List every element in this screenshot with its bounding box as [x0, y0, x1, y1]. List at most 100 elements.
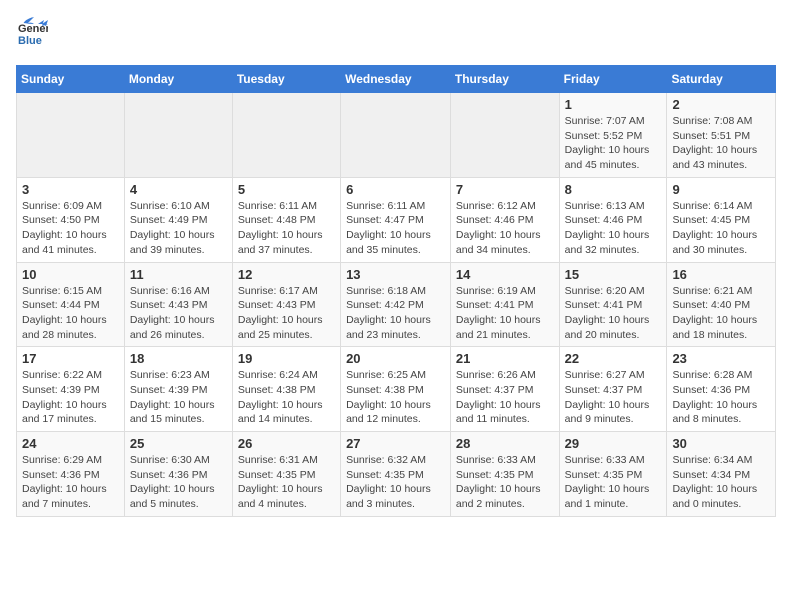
day-number: 21: [456, 351, 554, 366]
day-info: Sunrise: 6:12 AM Sunset: 4:46 PM Dayligh…: [456, 199, 554, 258]
day-info: Sunrise: 6:33 AM Sunset: 4:35 PM Dayligh…: [565, 453, 662, 512]
day-info: Sunrise: 6:21 AM Sunset: 4:40 PM Dayligh…: [672, 284, 770, 343]
calendar-cell: 25 Sunrise: 6:30 AM Sunset: 4:36 PM Dayli…: [124, 432, 232, 517]
day-number: 25: [130, 436, 227, 451]
weekday-monday: Monday: [124, 66, 232, 93]
calendar-cell: 13 Sunrise: 6:18 AM Sunset: 4:42 PM Dayli…: [341, 262, 451, 347]
calendar-cell: 3 Sunrise: 6:09 AM Sunset: 4:50 PM Daylig…: [17, 177, 125, 262]
day-number: 5: [238, 182, 335, 197]
day-number: 13: [346, 267, 445, 282]
day-number: 20: [346, 351, 445, 366]
calendar-cell: 20 Sunrise: 6:25 AM Sunset: 4:38 PM Dayli…: [341, 347, 451, 432]
calendar-cell: 23Sunrise: 6:28 AM Sunset: 4:36 PM Dayli…: [667, 347, 776, 432]
calendar-cell: 2 Sunrise: 7:08 AM Sunset: 5:51 PM Daylig…: [667, 93, 776, 178]
day-number: 29: [565, 436, 662, 451]
calendar-cell: 8 Sunrise: 6:13 AM Sunset: 4:46 PM Daylig…: [559, 177, 667, 262]
calendar-cell: [124, 93, 232, 178]
calendar-cell: 18 Sunrise: 6:23 AM Sunset: 4:39 PM Dayli…: [124, 347, 232, 432]
calendar-cell: 16Sunrise: 6:21 AM Sunset: 4:40 PM Dayli…: [667, 262, 776, 347]
day-info: Sunrise: 6:13 AM Sunset: 4:46 PM Dayligh…: [565, 199, 662, 258]
day-info: Sunrise: 6:22 AM Sunset: 4:39 PM Dayligh…: [22, 368, 119, 427]
calendar-cell: 6 Sunrise: 6:11 AM Sunset: 4:47 PM Daylig…: [341, 177, 451, 262]
svg-text:Blue: Blue: [18, 35, 42, 47]
day-number: 9: [672, 182, 770, 197]
day-number: 3: [22, 182, 119, 197]
calendar-cell: 7 Sunrise: 6:12 AM Sunset: 4:46 PM Daylig…: [450, 177, 559, 262]
day-number: 17: [22, 351, 119, 366]
day-info: Sunrise: 6:18 AM Sunset: 4:42 PM Dayligh…: [346, 284, 445, 343]
week-row-5: 24 Sunrise: 6:29 AM Sunset: 4:36 PM Dayli…: [17, 432, 776, 517]
week-row-3: 10 Sunrise: 6:15 AM Sunset: 4:44 PM Dayli…: [17, 262, 776, 347]
day-number: 27: [346, 436, 445, 451]
calendar-body: 1Sunrise: 7:07 AM Sunset: 5:52 PM Daylig…: [17, 93, 776, 517]
calendar-cell: [450, 93, 559, 178]
day-info: Sunrise: 6:24 AM Sunset: 4:38 PM Dayligh…: [238, 368, 335, 427]
day-info: Sunrise: 6:14 AM Sunset: 4:45 PM Dayligh…: [672, 199, 770, 258]
day-number: 14: [456, 267, 554, 282]
day-info: Sunrise: 6:15 AM Sunset: 4:44 PM Dayligh…: [22, 284, 119, 343]
day-number: 4: [130, 182, 227, 197]
calendar-cell: 30 Sunrise: 6:34 AM Sunset: 4:34 PM Dayli…: [667, 432, 776, 517]
day-info: Sunrise: 6:11 AM Sunset: 4:48 PM Dayligh…: [238, 199, 335, 258]
calendar-cell: 28 Sunrise: 6:33 AM Sunset: 4:35 PM Dayli…: [450, 432, 559, 517]
day-number: 7: [456, 182, 554, 197]
day-number: 26: [238, 436, 335, 451]
calendar-table: SundayMondayTuesdayWednesdayThursdayFrid…: [16, 65, 776, 517]
calendar-cell: 1Sunrise: 7:07 AM Sunset: 5:52 PM Daylig…: [559, 93, 667, 178]
calendar-cell: 24 Sunrise: 6:29 AM Sunset: 4:36 PM Dayli…: [17, 432, 125, 517]
calendar-cell: 26 Sunrise: 6:31 AM Sunset: 4:35 PM Dayli…: [232, 432, 340, 517]
day-number: 18: [130, 351, 227, 366]
day-info: Sunrise: 6:30 AM Sunset: 4:36 PM Dayligh…: [130, 453, 227, 512]
day-info: Sunrise: 7:08 AM Sunset: 5:51 PM Dayligh…: [672, 114, 770, 173]
calendar-cell: 12Sunrise: 6:17 AM Sunset: 4:43 PM Dayli…: [232, 262, 340, 347]
day-info: Sunrise: 6:33 AM Sunset: 4:35 PM Dayligh…: [456, 453, 554, 512]
day-number: 6: [346, 182, 445, 197]
day-number: 15: [565, 267, 662, 282]
day-number: 2: [672, 97, 770, 112]
calendar-cell: 5 Sunrise: 6:11 AM Sunset: 4:48 PM Daylig…: [232, 177, 340, 262]
day-number: 28: [456, 436, 554, 451]
day-info: Sunrise: 6:26 AM Sunset: 4:37 PM Dayligh…: [456, 368, 554, 427]
day-number: 8: [565, 182, 662, 197]
calendar-cell: 9 Sunrise: 6:14 AM Sunset: 4:45 PM Daylig…: [667, 177, 776, 262]
calendar-cell: 19Sunrise: 6:24 AM Sunset: 4:38 PM Dayli…: [232, 347, 340, 432]
day-number: 23: [672, 351, 770, 366]
weekday-header-row: SundayMondayTuesdayWednesdayThursdayFrid…: [17, 66, 776, 93]
day-info: Sunrise: 6:29 AM Sunset: 4:36 PM Dayligh…: [22, 453, 119, 512]
day-number: 30: [672, 436, 770, 451]
calendar-cell: 4 Sunrise: 6:10 AM Sunset: 4:49 PM Daylig…: [124, 177, 232, 262]
day-info: Sunrise: 6:11 AM Sunset: 4:47 PM Dayligh…: [346, 199, 445, 258]
calendar-cell: 15 Sunrise: 6:20 AM Sunset: 4:41 PM Dayli…: [559, 262, 667, 347]
week-row-1: 1Sunrise: 7:07 AM Sunset: 5:52 PM Daylig…: [17, 93, 776, 178]
day-number: 11: [130, 267, 227, 282]
calendar-cell: 27 Sunrise: 6:32 AM Sunset: 4:35 PM Dayli…: [341, 432, 451, 517]
day-info: Sunrise: 6:31 AM Sunset: 4:35 PM Dayligh…: [238, 453, 335, 512]
day-info: Sunrise: 6:34 AM Sunset: 4:34 PM Dayligh…: [672, 453, 770, 512]
weekday-sunday: Sunday: [17, 66, 125, 93]
weekday-wednesday: Wednesday: [341, 66, 451, 93]
day-number: 10: [22, 267, 119, 282]
weekday-tuesday: Tuesday: [232, 66, 340, 93]
day-number: 24: [22, 436, 119, 451]
bird-icon: [14, 16, 34, 30]
week-row-2: 3 Sunrise: 6:09 AM Sunset: 4:50 PM Daylig…: [17, 177, 776, 262]
day-number: 22: [565, 351, 662, 366]
calendar-cell: 17 Sunrise: 6:22 AM Sunset: 4:39 PM Dayli…: [17, 347, 125, 432]
day-info: Sunrise: 6:23 AM Sunset: 4:39 PM Dayligh…: [130, 368, 227, 427]
day-info: Sunrise: 6:32 AM Sunset: 4:35 PM Dayligh…: [346, 453, 445, 512]
calendar-cell: [232, 93, 340, 178]
day-info: Sunrise: 6:09 AM Sunset: 4:50 PM Dayligh…: [22, 199, 119, 258]
day-info: Sunrise: 6:10 AM Sunset: 4:49 PM Dayligh…: [130, 199, 227, 258]
calendar-cell: 22 Sunrise: 6:27 AM Sunset: 4:37 PM Dayli…: [559, 347, 667, 432]
day-info: Sunrise: 6:20 AM Sunset: 4:41 PM Dayligh…: [565, 284, 662, 343]
day-info: Sunrise: 6:17 AM Sunset: 4:43 PM Dayligh…: [238, 284, 335, 343]
calendar-cell: 11Sunrise: 6:16 AM Sunset: 4:43 PM Dayli…: [124, 262, 232, 347]
calendar-cell: 10 Sunrise: 6:15 AM Sunset: 4:44 PM Dayli…: [17, 262, 125, 347]
weekday-saturday: Saturday: [667, 66, 776, 93]
calendar-cell: 21 Sunrise: 6:26 AM Sunset: 4:37 PM Dayli…: [450, 347, 559, 432]
day-info: Sunrise: 6:19 AM Sunset: 4:41 PM Dayligh…: [456, 284, 554, 343]
day-info: Sunrise: 6:27 AM Sunset: 4:37 PM Dayligh…: [565, 368, 662, 427]
day-info: Sunrise: 6:25 AM Sunset: 4:38 PM Dayligh…: [346, 368, 445, 427]
calendar-cell: 29 Sunrise: 6:33 AM Sunset: 4:35 PM Dayli…: [559, 432, 667, 517]
day-number: 1: [565, 97, 662, 112]
